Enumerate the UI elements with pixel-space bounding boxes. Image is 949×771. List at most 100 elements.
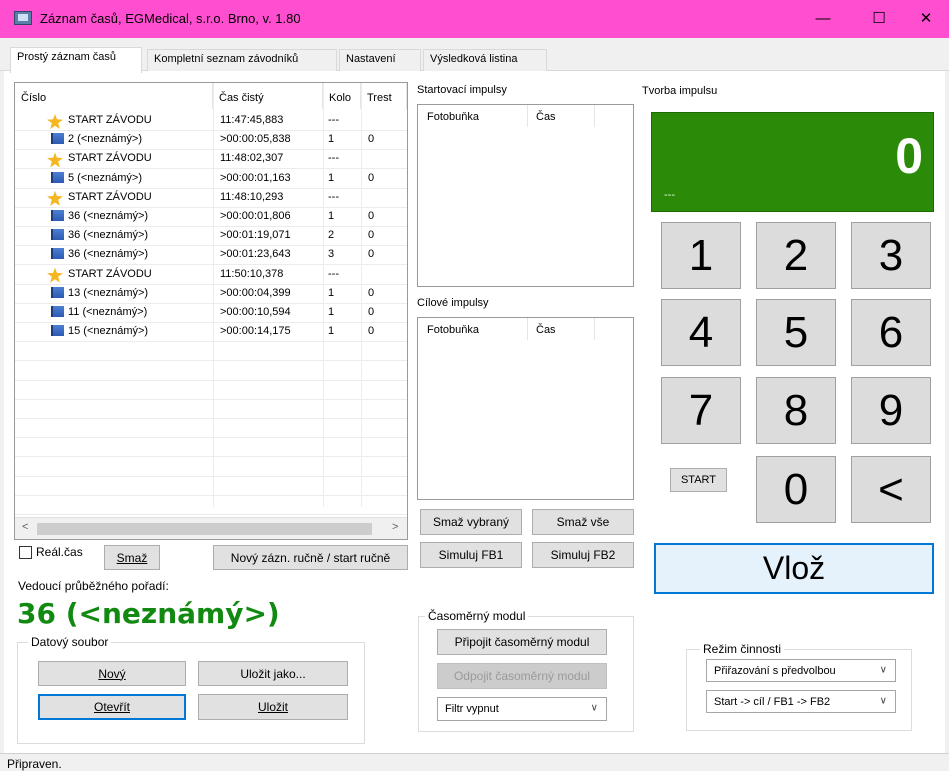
window-title: Záznam časů, EGMedical, s.r.o. Brno, v. … [40,11,301,26]
table-row[interactable]: START ZÁVODU 11:48:10,293 --- [15,189,407,208]
cell-kolo: --- [328,114,339,126]
finish-col-fotobunka[interactable]: Fotobuňka [427,324,479,336]
horizontal-scrollbar[interactable]: < > [15,517,407,539]
cell-cislo: START ZÁVODU [68,267,152,280]
scroll-right-icon[interactable]: > [392,521,398,533]
cell-cislo: 2 (<neznámý>) [68,133,142,146]
key-1[interactable]: 1 [661,222,741,289]
cell-cas: >00:01:19,071 [220,229,291,242]
cell-cas: 11:50:10,378 [220,267,284,280]
table-row[interactable]: START ZÁVODU 11:48:02,307 --- [15,150,407,169]
odpojit-modul-button[interactable]: Odpojit časoměrný modul [437,663,607,689]
star-icon [47,114,63,129]
table-row[interactable]: START ZÁVODU 11:47:45,883 --- [15,112,407,131]
scrollbar-thumb[interactable] [37,523,372,535]
smaz-button[interactable]: Smaž [104,545,160,570]
cell-kolo: 1 [328,286,335,299]
table-row[interactable]: START ZÁVODU 11:50:10,378 --- [15,266,407,285]
datovy-soubor-group [17,642,365,744]
row-divider [15,418,407,419]
ulozit-button[interactable]: Uložit [198,694,348,720]
cell-cislo: 15 (<neznámý>) [68,325,149,338]
tvorba-impulsu-title: Tvorba impulsu [642,85,718,97]
maximize-button[interactable]: ☐ [856,8,902,30]
start-impulses-list[interactable]: Fotobuňka Čas [417,104,634,287]
rezim-mode-select[interactable]: Přiřazování s předvolbou ∨ [706,659,896,682]
smaz-vse-button[interactable]: Smaž vše [532,509,634,535]
column-header-kolo[interactable]: Kolo [323,83,361,109]
filtr-select[interactable]: Filtr vypnut ∨ [437,697,607,721]
key-9[interactable]: 9 [851,377,931,444]
real-cas-checkbox[interactable] [19,546,32,559]
tab-prosty-zaznam[interactable]: Prostý záznam časů [10,47,142,73]
simuluj-fb1-button[interactable]: Simuluj FB1 [420,542,522,568]
pripojit-modul-button[interactable]: Připojit časoměrný modul [437,629,607,655]
cell-cas: >00:01:23,643 [220,248,291,261]
flag-icon [51,248,64,260]
flag-icon [51,133,64,145]
smaz-vybrany-button[interactable]: Smaž vybraný [420,509,522,535]
key-5[interactable]: 5 [756,299,836,366]
column-header-trest[interactable]: Trest [361,83,407,109]
key-7[interactable]: 7 [661,377,741,444]
records-list[interactable]: Číslo Čas čistý Kolo Trest START ZÁVODU 1… [14,82,408,540]
table-row[interactable]: 36 (<neznámý>) >00:00:01,806 1 0 [15,208,407,227]
table-row[interactable]: 11 (<neznámý>) >00:00:10,594 1 0 [15,304,407,323]
table-row[interactable]: 5 (<neznámý>) >00:00:01,163 1 0 [15,170,407,189]
column-header-cas-cisty[interactable]: Čas čistý [213,83,323,109]
key-4[interactable]: 4 [661,299,741,366]
key-0[interactable]: 0 [756,456,836,523]
cell-cas: 11:48:10,293 [220,190,284,203]
vloz-button[interactable]: Vlož [654,543,934,594]
table-row[interactable]: 15 (<neznámý>) >00:00:14,175 1 0 [15,323,407,342]
tab-nastaveni[interactable]: Nastavení [339,49,421,71]
flag-icon [51,229,64,241]
key-6[interactable]: 6 [851,299,931,366]
row-divider [15,283,407,285]
ulozit-jako-button[interactable]: Uložit jako... [198,661,348,686]
key-2[interactable]: 2 [756,222,836,289]
row-divider [15,398,407,400]
cell-trest: 0 [368,306,375,318]
scroll-left-icon[interactable]: < [22,521,28,533]
cell-kolo: --- [328,152,339,165]
column-divider [527,318,528,340]
start-col-cas[interactable]: Čas [536,111,556,123]
backspace-key[interactable]: < [851,456,931,523]
novy-button[interactable]: Nový [38,661,186,686]
cell-trest: 0 [368,325,375,338]
start-col-fotobunka[interactable]: Fotobuňka [427,111,479,123]
column-divider [527,105,528,127]
rezim-route-select[interactable]: Start -> cíl / FB1 -> FB2 ∨ [706,690,896,713]
cell-kolo: 1 [328,210,335,222]
key-8[interactable]: 8 [756,377,836,444]
title-bar: Záznam časů, EGMedical, s.r.o. Brno, v. … [0,0,949,38]
finish-col-cas[interactable]: Čas [536,324,556,336]
display-number: 0 [895,128,923,184]
start-button[interactable]: START [670,468,727,492]
tab-vysledkova-listina[interactable]: Výsledková listina [423,49,547,71]
tab-kompletni-seznam[interactable]: Kompletní seznam závodníků [147,49,337,71]
cell-trest: 0 [368,229,375,242]
simuluj-fb2-button[interactable]: Simuluj FB2 [532,542,634,568]
start-impulses-title: Startovací impulsy [417,84,507,96]
table-row[interactable]: 2 (<neznámý>) >00:00:05,838 1 0 [15,131,407,150]
table-row[interactable]: 13 (<neznámý>) >00:00:04,399 1 0 [15,285,407,304]
star-icon [47,190,63,206]
flag-icon [51,286,64,298]
minimize-button[interactable]: — [800,8,846,30]
otevrit-button[interactable]: Otevřít [38,694,186,720]
column-header-cislo[interactable]: Číslo [15,83,213,109]
table-row[interactable]: 36 (<neznámý>) >00:01:23,643 3 0 [15,246,407,265]
novy-zaznam-rucne-button[interactable]: Nový zázn. ručně / start ručně [213,545,408,570]
row-divider [15,206,407,208]
close-button[interactable]: ✕ [903,8,949,30]
finish-impulses-list[interactable]: Fotobuňka Čas [417,317,634,500]
star-icon [47,267,63,283]
cell-cislo: 36 (<neznámý>) [68,229,149,242]
flag-icon [51,171,64,183]
key-3[interactable]: 3 [851,222,931,289]
table-row[interactable]: 36 (<neznámý>) >00:01:19,071 2 0 [15,227,407,246]
row-divider [15,360,407,362]
cell-kolo: --- [328,190,339,203]
